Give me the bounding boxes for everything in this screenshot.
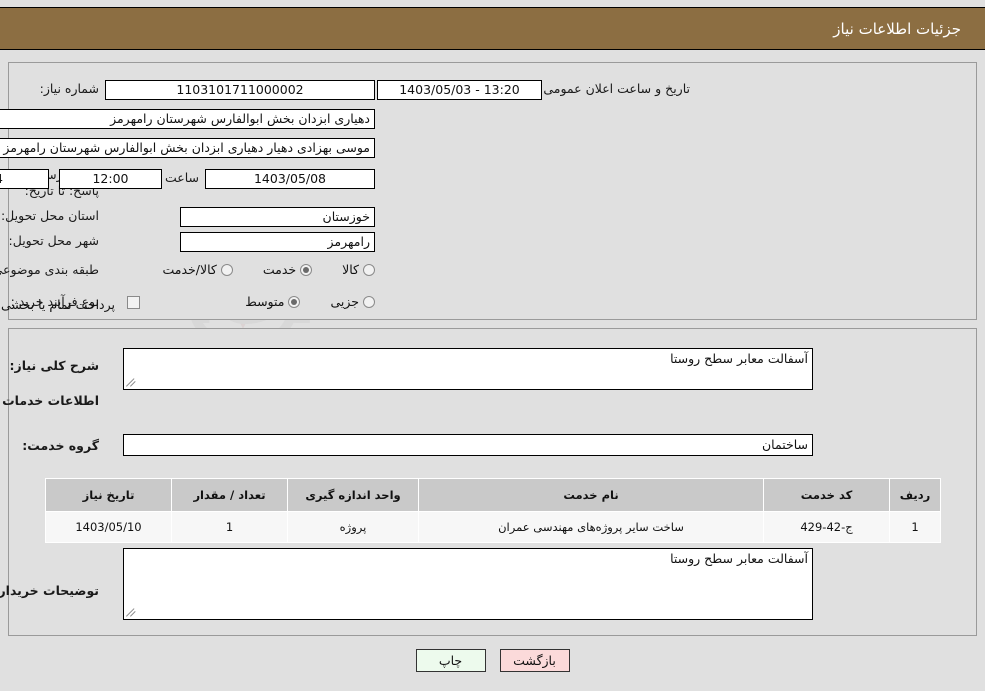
buyer-comments-textarea[interactable]: آسفالت معابر سطح روستا (123, 548, 813, 620)
city-label: شهر محل تحویل: (8, 233, 99, 248)
cell-row: 1 (889, 511, 941, 543)
treasury-checkbox[interactable] (127, 296, 140, 309)
buyer-comments-value: آسفالت معابر سطح روستا (670, 551, 808, 566)
back-button[interactable]: بازگشت (499, 649, 570, 672)
action-buttons-bar: بازگشت چاپ (0, 649, 985, 672)
category-label: طبقه بندی موضوعی: (0, 262, 99, 277)
buyer-comments-label: توضیحات خریدار: (0, 583, 99, 598)
category-option-kala-khedmat[interactable]: کالا/خدمت (162, 262, 233, 277)
row-general-desc: شرح کلی نیاز: (10, 358, 99, 373)
public-announce-field[interactable]: 13:20 - 1403/05/03 (377, 80, 542, 100)
treasury-note-wrap: پرداخت تمام یا بخشی از مبلغ خرید،از محل … (0, 297, 115, 312)
page-root: جزئیات اطلاعات نیاز AnaTender.net شماره … (0, 0, 985, 691)
resize-grip-icon[interactable] (126, 376, 138, 388)
cell-quantity: 1 (171, 511, 288, 543)
deadline-hour-label-wrap: ساعت (165, 170, 199, 185)
row-service-group: گروه خدمت: (22, 438, 99, 453)
general-desc-value: آسفالت معابر سطح روستا (670, 351, 808, 366)
cell-need-date: 1403/05/10 (45, 511, 172, 543)
need-number-field[interactable]: 1103101711000002 (105, 80, 375, 100)
process-option-label: جزیی (330, 294, 359, 309)
general-desc-label: شرح کلی نیاز: (9, 358, 99, 373)
process-option-jozei[interactable]: جزیی (330, 294, 375, 309)
service-group-label: گروه خدمت: (22, 438, 99, 453)
radio-icon[interactable] (363, 263, 375, 276)
process-option-label: متوسط (245, 294, 285, 309)
resize-grip-icon[interactable] (126, 606, 138, 618)
deadline-hour-field[interactable]: 12:00 (59, 169, 162, 189)
page-header: جزئیات اطلاعات نیاز (0, 7, 985, 50)
row-city: شهر محل تحویل: (9, 233, 99, 248)
services-table: ردیف کد خدمت نام خدمت واحد اندازه گیری ت… (45, 478, 941, 543)
services-section-title-wrap: اطلاعات خدمات مورد نیاز (0, 393, 99, 408)
radio-icon[interactable] (300, 263, 313, 276)
process-option-motevaset[interactable]: متوسط (245, 294, 301, 309)
deadline-date-field[interactable]: 1403/05/08 (205, 169, 375, 189)
services-table-wrap: ردیف کد خدمت نام خدمت واحد اندازه گیری ت… (45, 478, 941, 543)
remaining-days-field[interactable]: 4 (0, 169, 49, 189)
general-desc-textarea[interactable]: آسفالت معابر سطح روستا (123, 348, 813, 390)
category-option-label: کالا (342, 262, 359, 277)
process-radio-group: جزیی متوسط (245, 294, 375, 309)
province-field[interactable]: خوزستان (180, 207, 375, 227)
province-label: استان محل تحویل: (0, 208, 99, 223)
row-category: طبقه بندی موضوعی: (0, 262, 99, 277)
row-public-announce: تاریخ و ساعت اعلان عمومی: (539, 81, 690, 96)
col-service-name: نام خدمت (418, 478, 764, 512)
radio-icon[interactable] (288, 295, 301, 308)
col-service-code: کد خدمت (763, 478, 890, 512)
row-need-number: شماره نیاز: (40, 81, 99, 96)
cell-unit: پروژه (287, 511, 419, 543)
category-option-label: خدمت (262, 262, 297, 277)
col-need-date: تاریخ نیاز (45, 478, 172, 512)
city-field[interactable]: رامهرمز (180, 232, 375, 252)
services-section-title: اطلاعات خدمات مورد نیاز (0, 393, 99, 408)
category-option-kala[interactable]: کالا (342, 262, 375, 277)
col-unit: واحد اندازه گیری (287, 478, 419, 512)
table-row[interactable]: 1 ج-42-429 ساخت سایر پروژه‌های مهندسی عم… (45, 511, 941, 543)
requester-field[interactable]: موسی بهزادی دهیار دهیاری ابزدان بخش ابوا… (0, 138, 375, 158)
buyer-org-field[interactable]: دهیاری ابزدان بخش ابوالفارس شهرستان رامه… (0, 109, 375, 129)
service-group-field[interactable]: ساختمان (123, 434, 813, 456)
treasury-note-text: پرداخت تمام یا بخشی از مبلغ خرید،از محل … (0, 297, 115, 312)
cell-service-code: ج-42-429 (763, 511, 890, 543)
table-header-row: ردیف کد خدمت نام خدمت واحد اندازه گیری ت… (45, 478, 941, 512)
row-province: استان محل تحویل: (1, 208, 99, 223)
page-title: جزئیات اطلاعات نیاز (833, 19, 961, 38)
need-summary-panel (8, 62, 977, 320)
category-option-label: کالا/خدمت (162, 262, 217, 277)
col-quantity: تعداد / مقدار (171, 478, 288, 512)
public-announce-label: تاریخ و ساعت اعلان عمومی: (539, 81, 690, 96)
radio-icon[interactable] (220, 263, 233, 276)
print-button[interactable]: چاپ (415, 649, 486, 672)
cell-service-name: ساخت سایر پروژه‌های مهندسی عمران (418, 511, 764, 543)
category-option-khedmat[interactable]: خدمت (262, 262, 313, 277)
need-number-label: شماره نیاز: (39, 81, 99, 96)
deadline-hour-label: ساعت (164, 170, 199, 185)
radio-icon[interactable] (363, 295, 375, 308)
col-row: ردیف (889, 478, 941, 512)
category-radio-group: کالا خدمت کالا/خدمت (162, 262, 375, 277)
row-buyer-comments: توضیحات خریدار: (0, 583, 99, 598)
